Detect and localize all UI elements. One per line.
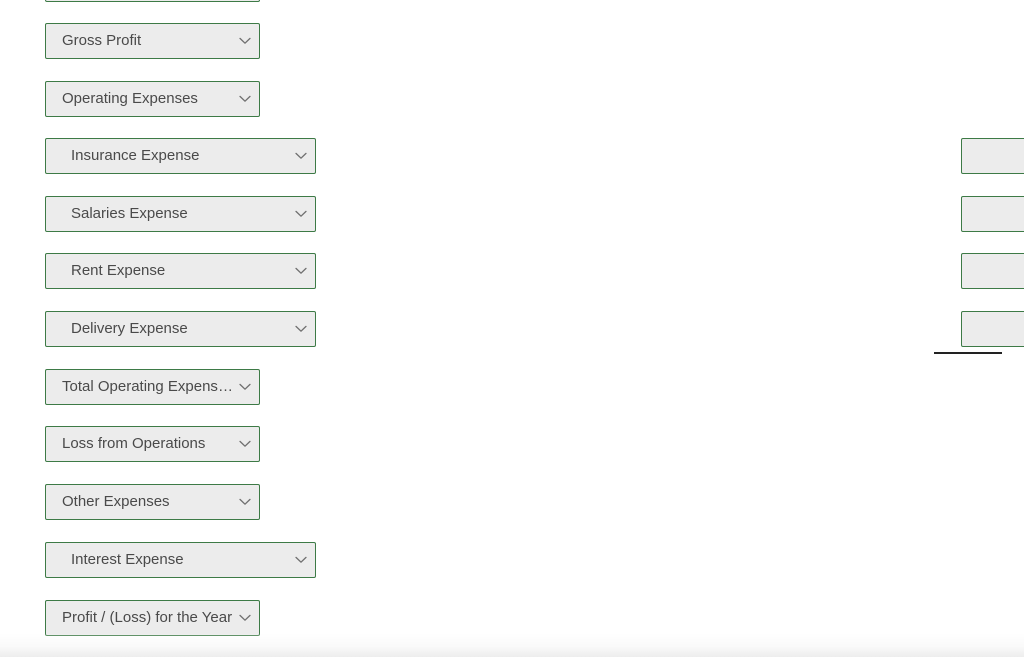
amount-input[interactable] (961, 311, 1024, 347)
account-line-select[interactable]: Interest Expense (45, 542, 316, 578)
account-line-row: Profit / (Loss) for the Year (45, 600, 260, 636)
account-line-row: Interest Expense (45, 542, 316, 578)
account-line-row: Total Operating Expenses (45, 369, 260, 405)
account-line-select[interactable]: Profit / (Loss) for the Year (45, 600, 260, 636)
account-line-row: Insurance Expense (45, 138, 316, 174)
account-line-select[interactable]: Operating Expenses (45, 81, 260, 117)
account-line-row: Delivery Expense (45, 311, 316, 347)
account-line-select[interactable]: Loss from Operations (45, 426, 260, 462)
subtotal-underline (934, 352, 1002, 354)
account-select-shell: Operating Expenses (45, 81, 260, 117)
account-select-shell: Gross Profit (45, 23, 260, 59)
account-line-select[interactable]: Delivery Expense (45, 311, 316, 347)
account-line-row: Other Expenses (45, 484, 260, 520)
account-line-row: Rent Expense (45, 253, 316, 289)
account-select-shell: Rent Expense (45, 253, 316, 289)
account-line-select[interactable]: Total Operating Expenses (45, 369, 260, 405)
account-line-select[interactable]: Insurance Expense (45, 138, 316, 174)
account-line-row: Gross Profit (45, 23, 260, 59)
account-line-select[interactable]: Gross Profit (45, 23, 260, 59)
account-line-select[interactable]: Salaries Expense (45, 196, 316, 232)
clipped-account-row-top[interactable] (45, 0, 260, 2)
amount-input[interactable] (961, 138, 1024, 174)
account-select-shell: Insurance Expense (45, 138, 316, 174)
account-select-shell: Interest Expense (45, 542, 316, 578)
page-bottom-fade (0, 633, 1024, 657)
account-select-shell: Delivery Expense (45, 311, 316, 347)
account-line-select[interactable]: Other Expenses (45, 484, 260, 520)
account-line-row: Salaries Expense (45, 196, 316, 232)
amount-input[interactable] (961, 196, 1024, 232)
account-select-shell: Other Expenses (45, 484, 260, 520)
account-line-row: Loss from Operations (45, 426, 260, 462)
account-select-shell: Total Operating Expenses (45, 369, 260, 405)
account-select-shell: Salaries Expense (45, 196, 316, 232)
income-statement-worksheet: Gross Profit Operating Expenses Insurance … (0, 0, 1024, 657)
account-select-shell: Loss from Operations (45, 426, 260, 462)
account-line-row: Operating Expenses (45, 81, 260, 117)
amount-input[interactable] (961, 253, 1024, 289)
account-line-select[interactable]: Rent Expense (45, 253, 316, 289)
account-select-shell: Profit / (Loss) for the Year (45, 600, 260, 636)
